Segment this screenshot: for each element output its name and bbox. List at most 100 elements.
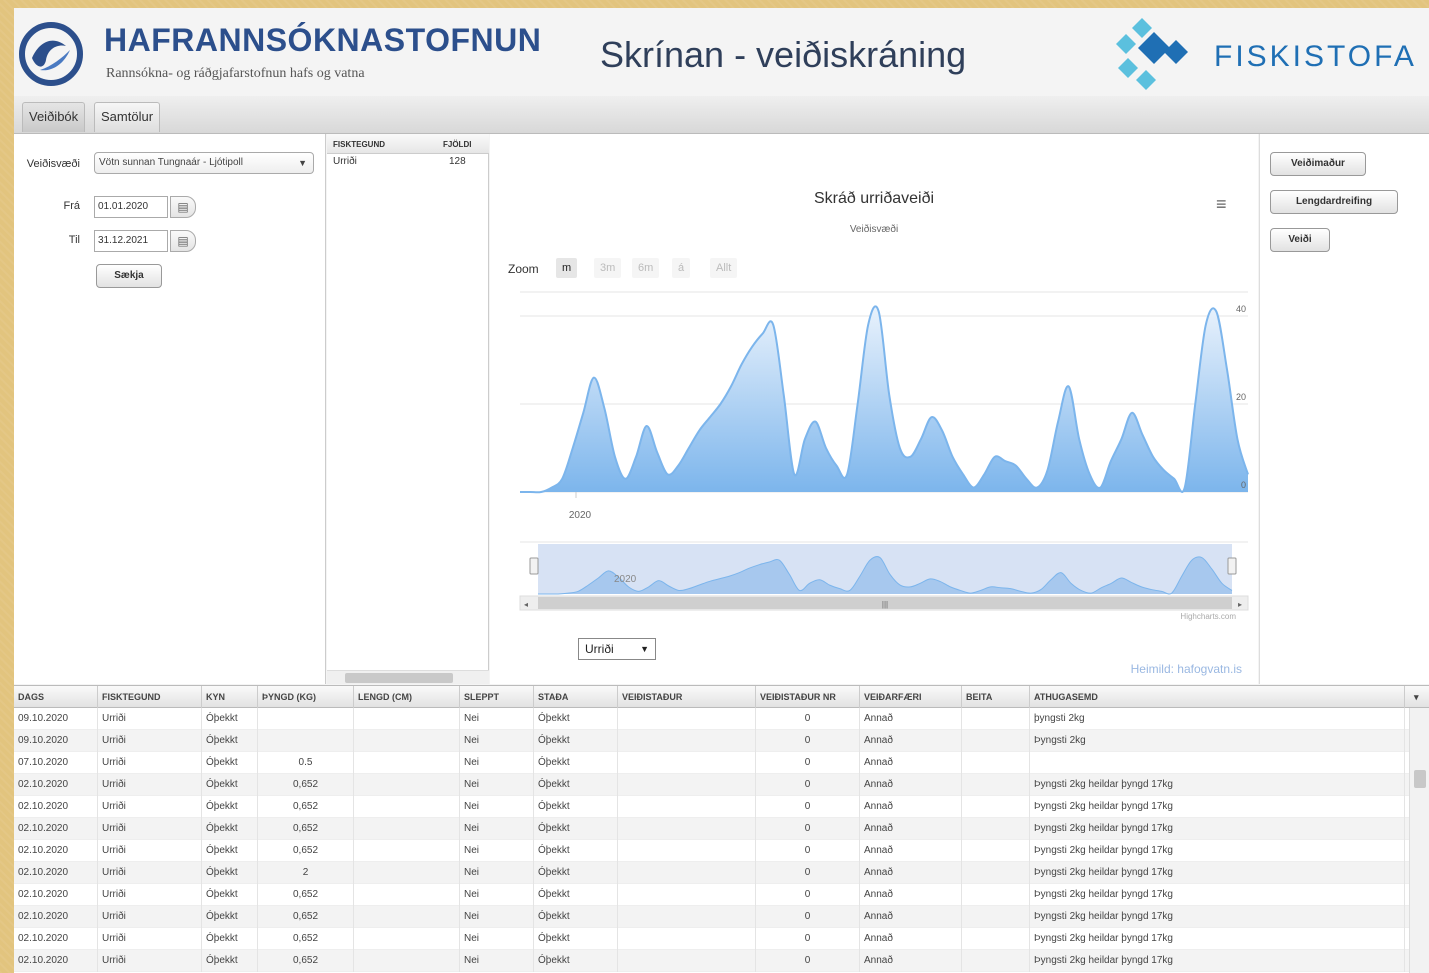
table-cell: Óþekkt <box>202 862 258 884</box>
zoom-6m-button[interactable]: 6m <box>632 258 660 278</box>
table-row[interactable]: 02.10.2020 Urriði Óþekkt 0,652 Nei Óþekkt 0 Ann… <box>14 928 1409 950</box>
vertical-scrollbar[interactable] <box>1409 708 1429 973</box>
table-row[interactable]: 02.10.2020 Urriði Óþekkt 0,652 Nei Óþekkt 0 Ann… <box>14 884 1409 906</box>
horizontal-scrollbar[interactable] <box>327 670 489 684</box>
table-cell: 02.10.2020 <box>14 818 98 840</box>
zoom-year-button[interactable]: á <box>672 258 691 278</box>
table-cell: Óþekkt <box>202 752 258 774</box>
table-cell: Óþekkt <box>534 950 618 972</box>
species-row[interactable]: Urriði 128 <box>327 156 489 174</box>
table-row[interactable]: 09.10.2020 Urriði Óþekkt Nei Óþekkt 0 Annað Þyn… <box>14 730 1409 752</box>
grid-col-header[interactable]: FISKTEGUND <box>98 686 202 708</box>
table-cell: 0 <box>756 796 860 818</box>
zoom-3m-button[interactable]: 3m <box>594 258 622 278</box>
zoom-label: Zoom <box>508 262 539 276</box>
table-row[interactable]: 02.10.2020 Urriði Óþekkt 2 Nei Óþekkt 0 Annað Þy… <box>14 862 1409 884</box>
table-cell: Þyngsti 2kg heildar þyngd 17kg <box>1030 818 1405 840</box>
grid-col-header[interactable]: LENGD (CM) <box>354 686 460 708</box>
table-cell: Þyngsti 2kg heildar þyngd 17kg <box>1030 796 1405 818</box>
table-cell: Nei <box>460 796 534 818</box>
table-cell <box>618 730 756 752</box>
table-cell <box>962 840 1030 862</box>
table-cell <box>258 708 354 730</box>
length-distribution-button[interactable]: Lengdardreifing <box>1270 190 1398 214</box>
table-row[interactable]: 02.10.2020 Urriði Óþekkt 0,652 Nei Óþekkt 0 Ann… <box>14 774 1409 796</box>
table-cell <box>618 796 756 818</box>
table-cell <box>354 708 460 730</box>
to-date-input[interactable]: 31.12.2021 <box>94 230 168 252</box>
table-row[interactable]: 07.10.2020 Urriði Óþekkt 0.5 Nei Óþekkt 0 Annað <box>14 752 1409 774</box>
calendar-icon[interactable]: ▤ <box>170 196 196 218</box>
table-cell <box>618 862 756 884</box>
grid-col-header[interactable]: ÞYNGD (KG) <box>258 686 354 708</box>
table-cell: Urriði <box>98 950 202 972</box>
grid-col-header[interactable]: VEIÐISTAÐUR NR <box>756 686 860 708</box>
grid-col-header[interactable]: STAÐA <box>534 686 618 708</box>
series-area[interactable] <box>520 306 1248 493</box>
scrollbar-thumb[interactable] <box>345 673 453 683</box>
tab-samtolur[interactable]: Samtölur <box>94 102 161 132</box>
chart-credits[interactable]: Highcharts.com <box>1180 612 1236 621</box>
navigator-handle-left[interactable] <box>529 557 539 575</box>
navigator-handle-right[interactable] <box>1227 557 1237 575</box>
table-cell: 07.10.2020 <box>14 752 98 774</box>
table-cell: Óþekkt <box>202 774 258 796</box>
table-row[interactable]: 02.10.2020 Urriði Óþekkt 0,652 Nei Óþekkt 0 Ann… <box>14 796 1409 818</box>
angler-button[interactable]: Veiðimaður <box>1270 152 1366 176</box>
grid-col-header[interactable]: ATHUGASEMD <box>1030 686 1405 708</box>
species-table-header: FISKTEGUND FJÖLDI <box>327 134 489 154</box>
y-tick-label: 20 <box>1236 392 1246 402</box>
catch-button[interactable]: Veiði <box>1270 228 1330 252</box>
zoom-all-button[interactable]: Allt <box>710 258 738 278</box>
table-cell: Nei <box>460 928 534 950</box>
grid-col-header[interactable]: VEIÐISTAÐUR <box>618 686 756 708</box>
navigator-chart[interactable]: 2020 ||| ◂ ▸ <box>490 538 1258 618</box>
species-select[interactable]: Urriði ▼ <box>578 638 656 660</box>
species-table: FISKTEGUND FJÖLDI Urriði 128 <box>327 134 489 684</box>
source-link[interactable]: Heimild: hafogvatn.is <box>1131 662 1242 676</box>
table-row[interactable]: 02.10.2020 Urriði Óþekkt 0,652 Nei Óþekkt 0 Ann… <box>14 950 1409 972</box>
table-cell: 02.10.2020 <box>14 774 98 796</box>
from-date-input[interactable]: 01.01.2020 <box>94 196 168 218</box>
filter-panel: Veiðisvæði Vötn sunnan Tungnaár - Ljótip… <box>14 134 326 684</box>
table-cell: Óþekkt <box>202 906 258 928</box>
grid-col-header[interactable]: VEIÐARFÆRI <box>860 686 962 708</box>
main-chart[interactable]: 40 20 0 2020 <box>490 284 1258 534</box>
table-cell <box>962 818 1030 840</box>
table-cell <box>962 708 1030 730</box>
table-cell: 02.10.2020 <box>14 950 98 972</box>
table-row[interactable]: 09.10.2020 Urriði Óþekkt Nei Óþekkt 0 Annað þyn… <box>14 708 1409 730</box>
table-cell: 0,652 <box>258 906 354 928</box>
table-row[interactable]: 02.10.2020 Urriði Óþekkt 0,652 Nei Óþekkt 0 Ann… <box>14 840 1409 862</box>
tab-veidibok[interactable]: Veiðibók <box>22 102 86 132</box>
area-select[interactable]: Vötn sunnan Tungnaár - Ljótipoll ▼ <box>94 152 314 174</box>
org-tagline: Rannsókna- og ráðgjafarstofnun hafs og v… <box>106 66 365 81</box>
menu-icon[interactable]: ≡ <box>1216 194 1227 215</box>
arrow-right-icon[interactable]: ▸ <box>1238 600 1242 609</box>
count-col-header[interactable]: FJÖLDI <box>443 140 471 149</box>
table-cell: Nei <box>460 774 534 796</box>
species-col-header[interactable]: FISKTEGUND <box>333 140 385 149</box>
grid-col-header[interactable]: DAGS <box>14 686 98 708</box>
table-cell: 0,652 <box>258 840 354 862</box>
table-cell: 0,652 <box>258 796 354 818</box>
zoom-1m-button[interactable]: m <box>556 258 578 278</box>
table-cell <box>354 840 460 862</box>
table-row[interactable]: 02.10.2020 Urriði Óþekkt 0,652 Nei Óþekkt 0 Ann… <box>14 818 1409 840</box>
grid-col-header[interactable]: BEITA <box>962 686 1030 708</box>
table-cell: Óþekkt <box>202 730 258 752</box>
scrollbar-thumb[interactable] <box>1414 770 1426 788</box>
grid-col-header[interactable]: KYN <box>202 686 258 708</box>
fetch-button[interactable]: Sækja <box>96 264 162 288</box>
table-cell <box>618 928 756 950</box>
table-cell: Óþekkt <box>534 928 618 950</box>
chart-title: Skráð urriðaveiði <box>813 190 935 207</box>
table-cell: Nei <box>460 752 534 774</box>
calendar-icon[interactable]: ▤ <box>170 230 196 252</box>
table-row[interactable]: 02.10.2020 Urriði Óþekkt 0,652 Nei Óþekkt 0 Ann… <box>14 906 1409 928</box>
arrow-left-icon[interactable]: ◂ <box>524 600 528 609</box>
column-menu-icon[interactable]: ▾ <box>1410 686 1429 708</box>
table-cell: Urriði <box>98 708 202 730</box>
table-cell: 0 <box>756 818 860 840</box>
grid-col-header[interactable]: SLEPPT <box>460 686 534 708</box>
